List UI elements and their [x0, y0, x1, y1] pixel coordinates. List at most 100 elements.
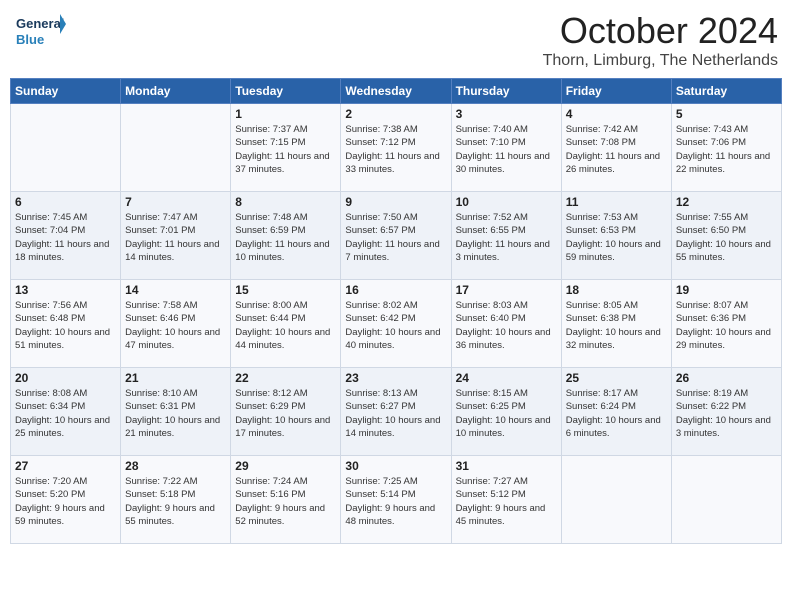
- day-info: Sunrise: 7:37 AMSunset: 7:15 PMDaylight:…: [235, 123, 336, 176]
- calendar-cell: 28Sunrise: 7:22 AMSunset: 5:18 PMDayligh…: [121, 456, 231, 544]
- day-number: 6: [15, 195, 116, 209]
- day-number: 17: [456, 283, 557, 297]
- calendar-cell: 8 Sunrise: 7:48 AMSunset: 6:59 PMDaylight…: [231, 192, 341, 280]
- calendar-cell: 3 Sunrise: 7:40 AMSunset: 7:10 PMDaylight…: [451, 104, 561, 192]
- day-number: 8: [235, 195, 336, 209]
- day-number: 2: [345, 107, 446, 121]
- calendar-cell: 12 Sunrise: 7:55 AMSunset: 6:50 PMDayligh…: [671, 192, 781, 280]
- calendar-cell: 2 Sunrise: 7:38 AMSunset: 7:12 PMDaylight…: [341, 104, 451, 192]
- day-number: 10: [456, 195, 557, 209]
- day-info: Sunrise: 8:07 AMSunset: 6:36 PMDaylight:…: [676, 299, 777, 352]
- day-info: Sunrise: 7:45 AMSunset: 7:04 PMDaylight:…: [15, 211, 116, 264]
- weekday-header: Saturday: [671, 79, 781, 104]
- page-header: General Blue October 2024 Thorn, Limburg…: [10, 10, 782, 70]
- day-info: Sunrise: 8:05 AMSunset: 6:38 PMDaylight:…: [566, 299, 667, 352]
- day-info: Sunrise: 7:42 AMSunset: 7:08 PMDaylight:…: [566, 123, 667, 176]
- calendar-cell: 18 Sunrise: 8:05 AMSunset: 6:38 PMDayligh…: [561, 280, 671, 368]
- day-info: Sunrise: 7:48 AMSunset: 6:59 PMDaylight:…: [235, 211, 336, 264]
- calendar-week-row: 6 Sunrise: 7:45 AMSunset: 7:04 PMDaylight…: [11, 192, 782, 280]
- day-info: Sunrise: 8:10 AMSunset: 6:31 PMDaylight:…: [125, 387, 226, 440]
- day-number: 15: [235, 283, 336, 297]
- day-info: Sunrise: 8:13 AMSunset: 6:27 PMDaylight:…: [345, 387, 446, 440]
- day-info: Sunrise: 8:19 AMSunset: 6:22 PMDaylight:…: [676, 387, 777, 440]
- calendar-cell: 27 Sunrise: 7:20 AMSunset: 5:20 PMDayligh…: [11, 456, 121, 544]
- day-info: Sunrise: 8:15 AMSunset: 6:25 PMDaylight:…: [456, 387, 557, 440]
- day-number: 18: [566, 283, 667, 297]
- calendar-cell: 20 Sunrise: 8:08 AMSunset: 6:34 PMDayligh…: [11, 368, 121, 456]
- weekday-header: Thursday: [451, 79, 561, 104]
- day-number: 11: [566, 195, 667, 209]
- day-info: Sunrise: 7:24 AMSunset: 5:16 PMDaylight:…: [235, 475, 336, 528]
- calendar-cell: 17 Sunrise: 8:03 AMSunset: 6:40 PMDayligh…: [451, 280, 561, 368]
- title-block: October 2024 Thorn, Limburg, The Netherl…: [543, 10, 778, 70]
- day-number: 25: [566, 371, 667, 385]
- calendar-cell: 25Sunrise: 8:17 AMSunset: 6:24 PMDayligh…: [561, 368, 671, 456]
- day-number: 9: [345, 195, 446, 209]
- calendar-week-row: 27 Sunrise: 7:20 AMSunset: 5:20 PMDayligh…: [11, 456, 782, 544]
- day-number: 5: [676, 107, 777, 121]
- calendar-cell: 22 Sunrise: 8:12 AMSunset: 6:29 PMDayligh…: [231, 368, 341, 456]
- calendar-cell: 6 Sunrise: 7:45 AMSunset: 7:04 PMDaylight…: [11, 192, 121, 280]
- day-number: 22: [235, 371, 336, 385]
- calendar-cell: 15 Sunrise: 8:00 AMSunset: 6:44 PMDayligh…: [231, 280, 341, 368]
- day-number: 16: [345, 283, 446, 297]
- calendar-week-row: 1 Sunrise: 7:37 AMSunset: 7:15 PMDaylight…: [11, 104, 782, 192]
- calendar-cell: 5 Sunrise: 7:43 AMSunset: 7:06 PMDaylight…: [671, 104, 781, 192]
- calendar-cell: 13Sunrise: 7:56 AMSunset: 6:48 PMDayligh…: [11, 280, 121, 368]
- calendar-cell: 14Sunrise: 7:58 AMSunset: 6:46 PMDayligh…: [121, 280, 231, 368]
- day-number: 1: [235, 107, 336, 121]
- calendar-table: SundayMondayTuesdayWednesdayThursdayFrid…: [10, 78, 782, 544]
- logo-svg: General Blue: [14, 10, 66, 54]
- calendar-cell: 26Sunrise: 8:19 AMSunset: 6:22 PMDayligh…: [671, 368, 781, 456]
- calendar-week-row: 13Sunrise: 7:56 AMSunset: 6:48 PMDayligh…: [11, 280, 782, 368]
- day-number: 23: [345, 371, 446, 385]
- month-title: October 2024: [543, 10, 778, 52]
- day-number: 4: [566, 107, 667, 121]
- calendar-cell: 31Sunrise: 7:27 AMSunset: 5:12 PMDayligh…: [451, 456, 561, 544]
- calendar-cell: 24 Sunrise: 8:15 AMSunset: 6:25 PMDayligh…: [451, 368, 561, 456]
- calendar-cell: 1 Sunrise: 7:37 AMSunset: 7:15 PMDaylight…: [231, 104, 341, 192]
- day-info: Sunrise: 7:25 AMSunset: 5:14 PMDaylight:…: [345, 475, 446, 528]
- calendar-cell: 11Sunrise: 7:53 AMSunset: 6:53 PMDayligh…: [561, 192, 671, 280]
- weekday-header: Sunday: [11, 79, 121, 104]
- weekday-header: Tuesday: [231, 79, 341, 104]
- calendar-cell: 21 Sunrise: 8:10 AMSunset: 6:31 PMDayligh…: [121, 368, 231, 456]
- day-number: 20: [15, 371, 116, 385]
- day-info: Sunrise: 8:02 AMSunset: 6:42 PMDaylight:…: [345, 299, 446, 352]
- day-number: 24: [456, 371, 557, 385]
- calendar-cell: 29Sunrise: 7:24 AMSunset: 5:16 PMDayligh…: [231, 456, 341, 544]
- day-info: Sunrise: 7:20 AMSunset: 5:20 PMDaylight:…: [15, 475, 116, 528]
- day-info: Sunrise: 7:56 AMSunset: 6:48 PMDaylight:…: [15, 299, 116, 352]
- weekday-header: Wednesday: [341, 79, 451, 104]
- day-info: Sunrise: 7:58 AMSunset: 6:46 PMDaylight:…: [125, 299, 226, 352]
- day-info: Sunrise: 8:08 AMSunset: 6:34 PMDaylight:…: [15, 387, 116, 440]
- calendar-header: SundayMondayTuesdayWednesdayThursdayFrid…: [11, 79, 782, 104]
- day-info: Sunrise: 8:03 AMSunset: 6:40 PMDaylight:…: [456, 299, 557, 352]
- svg-text:General: General: [16, 16, 64, 31]
- day-number: 3: [456, 107, 557, 121]
- day-info: Sunrise: 8:12 AMSunset: 6:29 PMDaylight:…: [235, 387, 336, 440]
- calendar-cell: 19 Sunrise: 8:07 AMSunset: 6:36 PMDayligh…: [671, 280, 781, 368]
- day-info: Sunrise: 7:55 AMSunset: 6:50 PMDaylight:…: [676, 211, 777, 264]
- day-info: Sunrise: 7:38 AMSunset: 7:12 PMDaylight:…: [345, 123, 446, 176]
- calendar-cell: 23 Sunrise: 8:13 AMSunset: 6:27 PMDayligh…: [341, 368, 451, 456]
- calendar-cell: 7Sunrise: 7:47 AMSunset: 7:01 PMDaylight…: [121, 192, 231, 280]
- logo: General Blue: [14, 10, 66, 54]
- calendar-cell: [671, 456, 781, 544]
- day-number: 12: [676, 195, 777, 209]
- calendar-cell: [561, 456, 671, 544]
- day-info: Sunrise: 8:00 AMSunset: 6:44 PMDaylight:…: [235, 299, 336, 352]
- day-number: 30: [345, 459, 446, 473]
- calendar-cell: 30 Sunrise: 7:25 AMSunset: 5:14 PMDayligh…: [341, 456, 451, 544]
- day-info: Sunrise: 7:40 AMSunset: 7:10 PMDaylight:…: [456, 123, 557, 176]
- day-number: 27: [15, 459, 116, 473]
- svg-text:Blue: Blue: [16, 32, 44, 47]
- day-info: Sunrise: 7:43 AMSunset: 7:06 PMDaylight:…: [676, 123, 777, 176]
- day-number: 21: [125, 371, 226, 385]
- day-info: Sunrise: 7:52 AMSunset: 6:55 PMDaylight:…: [456, 211, 557, 264]
- calendar-cell: [11, 104, 121, 192]
- day-info: Sunrise: 7:27 AMSunset: 5:12 PMDaylight:…: [456, 475, 557, 528]
- calendar-cell: 16 Sunrise: 8:02 AMSunset: 6:42 PMDayligh…: [341, 280, 451, 368]
- day-number: 19: [676, 283, 777, 297]
- weekday-header: Monday: [121, 79, 231, 104]
